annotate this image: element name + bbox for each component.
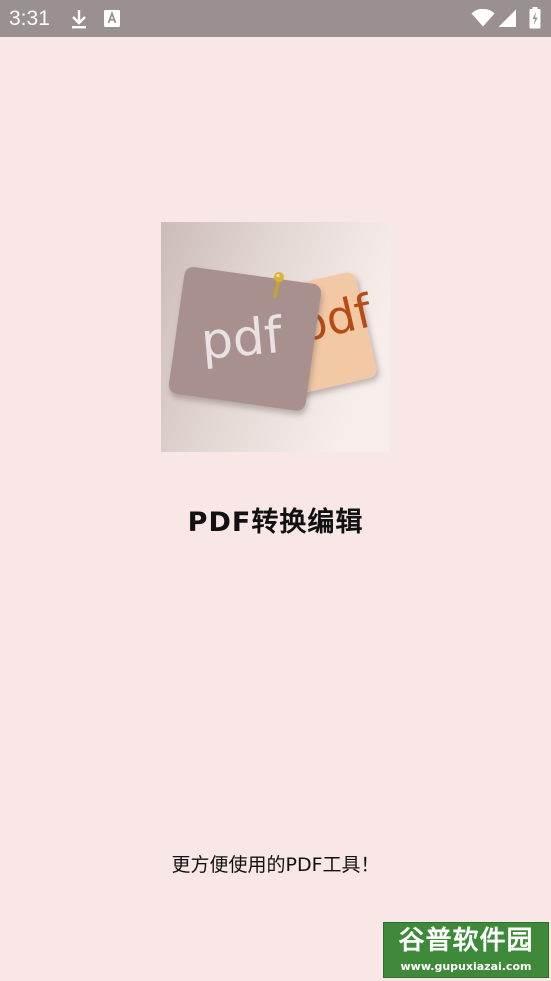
app-title: PDF转换编辑 [187, 507, 364, 538]
splash-screen: 3:31 pdf pdf PDF转换编辑 更方便使用的PDF工具！ 谷普软件园 … [0, 0, 551, 981]
wifi-icon [471, 8, 495, 31]
app-logo: pdf pdf [161, 222, 390, 452]
battery-charging-icon [529, 7, 541, 33]
slogan-text: 更方便使用的PDF工具！ [171, 854, 380, 876]
signal-icon [498, 9, 517, 32]
status-time: 3:31 [9, 7, 50, 30]
watermark-badge: 谷普软件园 www.gupuxiazai.com [383, 922, 549, 978]
status-bar: 3:31 [0, 0, 551, 37]
watermark-title: 谷普软件园 [398, 926, 534, 956]
front-card-label: pdf [199, 306, 286, 371]
download-icon [70, 8, 88, 34]
keyboard-a-icon [104, 10, 120, 31]
watermark-url: www.gupuxiazai.com [400, 960, 532, 973]
